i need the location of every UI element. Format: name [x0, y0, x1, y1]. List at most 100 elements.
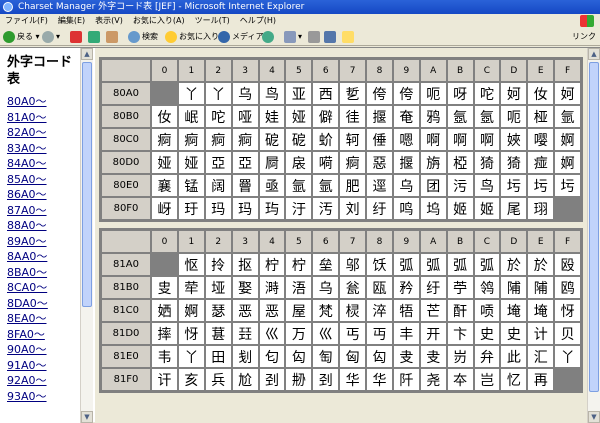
- char-cell: 阡: [393, 369, 419, 390]
- char-cell: 梵: [313, 300, 339, 321]
- sidebar-link[interactable]: 83A0～: [7, 142, 47, 155]
- char-cell: 婀: [178, 300, 204, 321]
- menu-favorites[interactable]: お気に入り(A): [128, 14, 190, 28]
- row-header: 81E0: [102, 346, 150, 367]
- char-cell: 叏: [420, 346, 446, 367]
- scroll-up-arrow-icon[interactable]: ▲: [588, 48, 600, 60]
- column-header: 0: [152, 231, 177, 252]
- char-cell: 㤉: [555, 300, 580, 321]
- scroll-thumb[interactable]: [589, 62, 599, 392]
- sidebar-link[interactable]: 8EA0～: [7, 312, 46, 325]
- char-cell: 玛: [205, 198, 231, 219]
- char-cell: 猗: [501, 152, 527, 173]
- sidebar-link[interactable]: 90A0～: [7, 343, 47, 356]
- scroll-down-arrow-icon[interactable]: ▼: [81, 411, 93, 423]
- sidebar-link[interactable]: 8BA0～: [7, 266, 47, 279]
- char-cell: 恶: [259, 300, 285, 321]
- char-cell: 刬: [232, 346, 258, 367]
- column-header: 3: [232, 231, 258, 252]
- char-cell: 埯: [501, 300, 527, 321]
- char-cell: 呃: [501, 106, 527, 127]
- char-cell: 痾: [205, 129, 231, 150]
- char-cell: 僻: [313, 106, 339, 127]
- sidebar-link[interactable]: 8CA0～: [7, 281, 47, 294]
- char-cell: 玙: [259, 198, 285, 219]
- history-icon: [262, 30, 274, 43]
- char-cell: 椏: [447, 152, 473, 173]
- sidebar-link[interactable]: 82A0～: [7, 126, 47, 139]
- sidebar-link[interactable]: 8AA0～: [7, 250, 47, 263]
- sidebar-link[interactable]: 87A0～: [7, 204, 47, 217]
- sidebar-link[interactable]: 81A0～: [7, 111, 47, 124]
- char-cell: 妸: [555, 83, 580, 104]
- sidebar-scrollbar[interactable]: ▲ ▼: [80, 48, 93, 423]
- char-cell: 怄: [178, 254, 204, 275]
- scroll-up-arrow-icon[interactable]: ▲: [81, 48, 93, 60]
- history-button[interactable]: [262, 30, 276, 44]
- sidebar-link[interactable]: 91A0～: [7, 359, 47, 372]
- char-cell: 咜: [205, 106, 231, 127]
- sidebar-item: 8DA0～: [7, 296, 80, 312]
- char-cell: 矜: [393, 277, 419, 298]
- menu-tools[interactable]: ツール(T): [190, 14, 235, 28]
- char-cell: 逕: [367, 175, 392, 196]
- column-header: B: [447, 231, 473, 252]
- column-header: 8: [367, 60, 392, 81]
- scroll-down-arrow-icon[interactable]: ▼: [588, 411, 600, 423]
- sidebar-link[interactable]: 80A0～: [7, 95, 47, 108]
- menu-edit[interactable]: 編集(E): [53, 14, 90, 28]
- messenger-button[interactable]: [342, 30, 356, 44]
- sidebar-link[interactable]: 84A0～: [7, 157, 47, 170]
- mail-icon: [284, 30, 296, 43]
- column-header: C: [474, 231, 500, 252]
- menu-help[interactable]: ヘルプ(H): [235, 14, 281, 28]
- stop-button[interactable]: [70, 30, 84, 44]
- sidebar-link[interactable]: 88A0～: [7, 219, 47, 232]
- favorites-button[interactable]: お気に入り: [165, 30, 219, 44]
- mail-button[interactable]: ▾: [284, 30, 302, 44]
- scroll-thumb[interactable]: [82, 62, 92, 307]
- menu-view[interactable]: 表示(V): [90, 14, 128, 28]
- links-label[interactable]: リンク: [572, 30, 596, 44]
- char-grid: 0 1 2 3 4 5 6 7 8 9 A B C D E F 80A0 丫丫乌鸟亚西乴侉侉呃呀咜妸㚢妸 80B0 㚢…: [100, 58, 582, 221]
- char-cell: 瓮: [340, 277, 365, 298]
- media-button[interactable]: メディア: [218, 30, 263, 44]
- char-cell: 蚧: [313, 129, 339, 150]
- refresh-button[interactable]: [88, 30, 102, 44]
- char-cell: 屋: [286, 300, 312, 321]
- char-cell: 㚢: [528, 83, 554, 104]
- char-cell: 忆: [501, 369, 527, 390]
- char-cell: 纡: [367, 198, 392, 219]
- char-cell: 岈: [152, 198, 177, 219]
- char-cell: 尧: [420, 369, 446, 390]
- sidebar-item: 8FA0～: [7, 327, 80, 343]
- char-cell: 史: [501, 323, 527, 344]
- column-header: 0: [152, 60, 177, 81]
- char-cell: 拎: [205, 254, 231, 275]
- sidebar-link[interactable]: 8FA0～: [7, 328, 45, 341]
- forward-button[interactable]: ▾: [42, 30, 60, 44]
- home-icon: [106, 30, 118, 43]
- sidebar-link[interactable]: 85A0～: [7, 173, 47, 186]
- column-header: 1: [178, 60, 204, 81]
- char-cell: 猗: [474, 152, 500, 173]
- sidebar-link[interactable]: 92A0～: [7, 374, 47, 387]
- sidebar-item: 90A0～: [7, 342, 80, 358]
- back-button[interactable]: 戻る ▾: [3, 30, 40, 44]
- sidebar-link[interactable]: 86A0～: [7, 188, 47, 201]
- menu-file[interactable]: ファイル(F): [0, 14, 53, 28]
- edit-button[interactable]: [324, 30, 338, 44]
- sidebar-link[interactable]: 8DA0～: [7, 297, 48, 310]
- main-scrollbar[interactable]: ▲ ▼: [587, 48, 600, 423]
- print-button[interactable]: [308, 30, 322, 44]
- search-button[interactable]: 検索: [128, 30, 158, 44]
- sidebar-item: 92A0～: [7, 373, 80, 389]
- char-cell: 刭: [313, 369, 339, 390]
- column-header: 5: [286, 60, 312, 81]
- char-cell: 乌: [313, 277, 339, 298]
- char-cell: 襄: [152, 175, 177, 196]
- char-cell: 惡: [367, 152, 392, 173]
- sidebar-link[interactable]: 93A0～: [7, 390, 47, 403]
- sidebar-link[interactable]: 89A0～: [7, 235, 47, 248]
- home-button[interactable]: [106, 30, 120, 44]
